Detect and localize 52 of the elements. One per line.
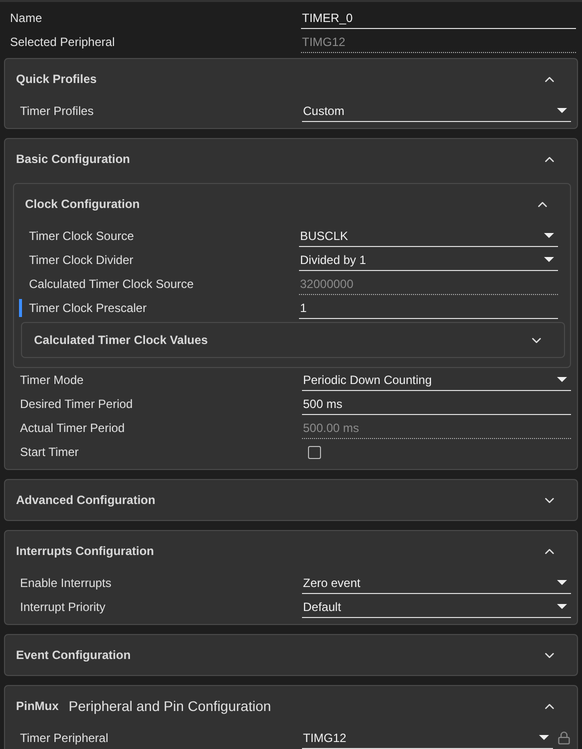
input-field[interactable]: TIMER_0 [301,8,576,28]
caret-icon [544,233,554,238]
dropdown[interactable]: Default [302,596,571,618]
field-label: Calculated Timer Clock Source [29,277,195,291]
section-title: PinMux [16,699,59,713]
caret-icon [557,377,567,382]
section-title: Interrupts Configuration [16,544,154,558]
field-label: Name [10,11,44,25]
readonly-field: TIMG12 [301,32,576,52]
field-label: Interrupt Priority [20,600,106,614]
dropdown[interactable]: Divided by 1 [299,250,558,270]
field-label: Start Timer [20,445,80,459]
section-title: Basic Configuration [16,152,130,166]
field-label: Timer Profiles [20,104,95,118]
field-label: Timer Clock Divider [29,253,134,267]
section-title: Quick Profiles [16,72,97,86]
section-header[interactable]: PinMux Peripheral and Pin Configuration [5,686,577,726]
field-label: Timer Mode [20,373,85,387]
section-title: Event Configuration [16,648,131,662]
caret-icon [539,735,549,740]
caret-icon [544,257,554,262]
dropdown[interactable]: Zero event [302,572,571,594]
section-header[interactable]: Basic Configuration [5,139,577,179]
caret-icon [557,580,567,585]
section-header[interactable]: Calculated Timer Clock Values [22,323,564,357]
section-header[interactable]: Event Configuration [5,635,577,675]
field-label: Desired Timer Period [20,397,134,411]
readonly-field: 32000000 [299,274,558,294]
input-field[interactable]: 1 [299,298,558,318]
field-label: Timer Peripheral [20,731,110,745]
field-label: Selected Peripheral [10,35,116,49]
dropdown[interactable]: BUSCLK [299,226,558,246]
section-header[interactable]: Quick Profiles [5,59,577,99]
section-title: Calculated Timer Clock Values [34,333,208,347]
caret-icon [557,108,567,113]
dropdown[interactable]: TIMG12 [302,728,553,748]
section-header[interactable]: Interrupts Configuration [5,531,577,571]
caret-icon [557,604,567,609]
section-subtitle: Peripheral and Pin Configuration [68,698,272,714]
section-title: Clock Configuration [25,197,140,211]
input-field[interactable]: 500 ms [302,394,571,414]
readonly-field: 500.00 ms [302,418,571,438]
field-label: Enable Interrupts [20,576,112,590]
field-label: Timer Clock Prescaler [29,301,148,315]
section-title: Advanced Configuration [16,493,156,507]
checkbox[interactable] [308,446,321,458]
field-label: Timer Clock Source [29,229,135,243]
dropdown[interactable]: Periodic Down Counting [302,370,571,390]
dropdown[interactable]: Custom [302,100,571,122]
section-header[interactable]: Clock Configuration [14,184,570,224]
field-label: Actual Timer Period [20,421,126,435]
section-header[interactable]: Advanced Configuration [5,480,577,520]
